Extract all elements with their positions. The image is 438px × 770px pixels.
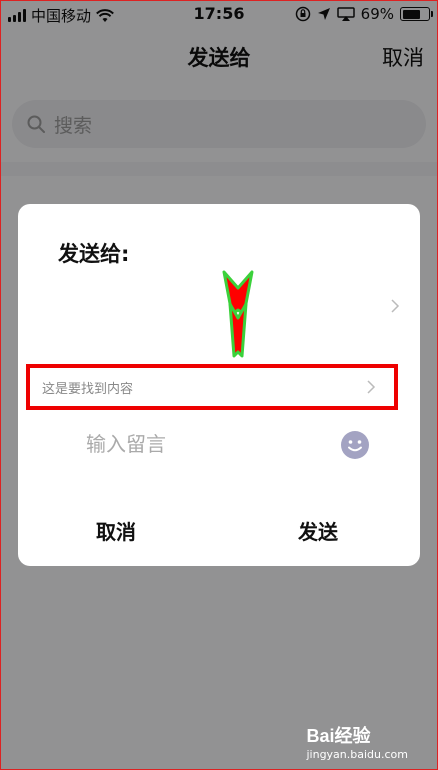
highlighted-content-row[interactable]: 这是要找到内容 [26,364,398,410]
message-input[interactable] [86,432,286,456]
dialog-send-button[interactable]: 发送 [298,516,338,545]
watermark-url: jingyan.baidu.com [306,748,408,761]
watermark: Bai经验 jingyan.baidu.com [306,722,408,761]
dialog-title: 发送给: [58,242,130,266]
annotation-arrows-icon [222,270,254,358]
watermark-logo: Bai经验 [306,726,371,746]
highlighted-content-label: 这是要找到内容 [42,382,134,397]
emoji-icon[interactable] [340,430,370,460]
chevron-right-icon [367,380,376,394]
dialog-cancel-button[interactable]: 取消 [96,516,136,545]
chevron-right-icon [391,299,400,313]
send-dialog: 发送给: 这是要找到内容 取消 发送 [18,204,420,566]
